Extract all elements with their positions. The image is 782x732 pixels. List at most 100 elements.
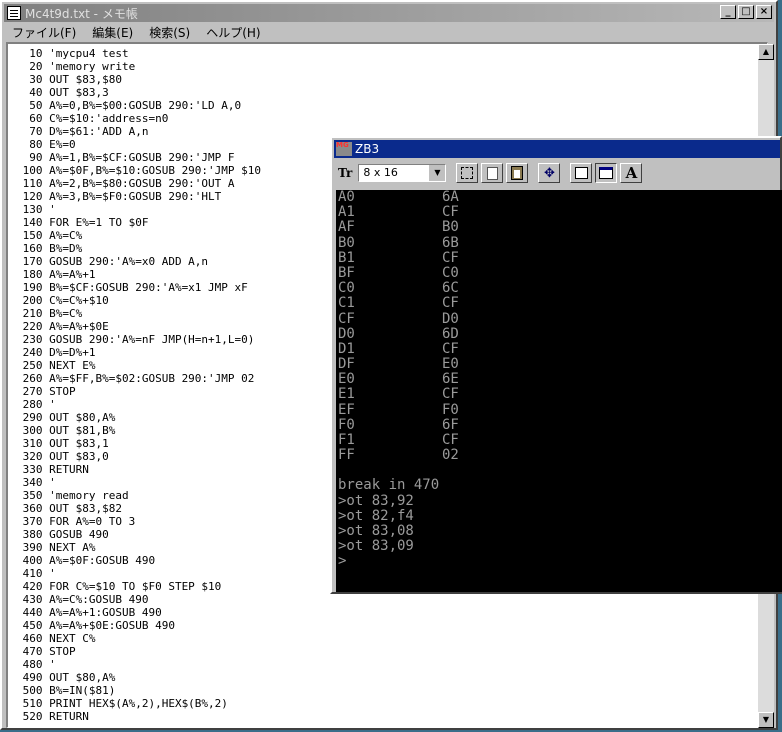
- menu-search[interactable]: 検索(S): [141, 24, 198, 41]
- dump-address: A0: [338, 190, 355, 205]
- dump-row: E0 6E: [336, 372, 782, 387]
- dump-row: B0 6B: [336, 234, 782, 251]
- dump-value: CF: [442, 340, 459, 357]
- dump-row: A1 CF: [336, 204, 782, 221]
- dump-address: BF: [338, 264, 355, 281]
- paste-icon: [511, 166, 524, 180]
- dump-value: C0: [442, 264, 459, 281]
- fullscreen-button[interactable]: ✥: [538, 163, 561, 183]
- dump-value: 6F: [442, 416, 459, 433]
- console-line: >ot 83,08: [338, 522, 414, 539]
- dump-value: 6C: [442, 280, 459, 297]
- dump-address: A1: [338, 204, 355, 221]
- dump-address: DF: [338, 356, 355, 373]
- truetype-icon: Tr: [338, 166, 353, 180]
- code-line: 520 RETURN: [16, 710, 89, 723]
- console-line: >ot 83,92: [338, 492, 414, 509]
- console-gap: [336, 463, 782, 478]
- properties-icon: [574, 167, 588, 179]
- code-line: 450 A%=A%+$0E:GOSUB 490: [16, 619, 175, 632]
- code-line: 510 PRINT HEX$(A%,2),HEX$(B%,2): [16, 697, 228, 710]
- copy-button[interactable]: [481, 163, 504, 183]
- dump-row: F0 6F: [336, 416, 782, 433]
- font-selector: Tr 8 x 16 ▼: [338, 163, 447, 183]
- maximize-button[interactable]: □: [738, 5, 754, 19]
- code-line: 500 B%=IN($81): [16, 684, 116, 697]
- console-line: break in 470: [338, 477, 440, 494]
- window-controls: _ □ ×: [718, 5, 772, 19]
- menu-file[interactable]: ファイル(F): [4, 24, 84, 41]
- font-icon: A: [625, 164, 638, 182]
- dump-address: CF: [338, 310, 355, 327]
- code-line: 30 OUT $83,$80: [16, 73, 122, 86]
- dump-address: D0: [338, 325, 355, 342]
- code-line: 10 'mycpu4 test: [16, 47, 129, 60]
- code-line: 50 A%=0,B%=$00:GOSUB 290:'LD A,0: [16, 99, 242, 112]
- window-icon: [599, 167, 614, 179]
- chevron-down-icon[interactable]: ▼: [428, 165, 446, 181]
- minimize-button[interactable]: _: [720, 5, 736, 19]
- dump-address: B0: [338, 234, 355, 251]
- scroll-up-button[interactable]: ▲: [758, 44, 774, 60]
- notepad-icon[interactable]: [7, 6, 21, 20]
- code-line: 60 C%=$10:'address=n0: [16, 112, 169, 125]
- dump-address: C1: [338, 295, 355, 312]
- zb3-app-icon[interactable]: MG: [336, 142, 352, 156]
- code-line: 480 ': [16, 658, 56, 671]
- code-line: 440 A%=A%+1:GOSUB 490: [16, 606, 162, 619]
- dump-value: CF: [442, 432, 459, 448]
- dump-value: CF: [442, 295, 459, 312]
- dump-row: C1 CF: [336, 296, 782, 311]
- console-line: >: [338, 553, 347, 570]
- dump-row: BF C0: [336, 264, 782, 281]
- mark-button[interactable]: [456, 163, 479, 183]
- dump-row: C0 6C: [336, 280, 782, 297]
- zb3-toolbar: Tr 8 x 16 ▼ ✥ A: [334, 160, 780, 186]
- dump-value: CF: [442, 386, 459, 403]
- dump-row: D0 6D: [336, 325, 782, 342]
- dump-address: F0: [338, 416, 355, 433]
- menu-edit[interactable]: 編集(E): [84, 24, 141, 41]
- font-size-value: 8 x 16: [363, 166, 398, 179]
- dump-row: E1 CF: [336, 387, 782, 402]
- font-size-dropdown[interactable]: 8 x 16 ▼: [358, 164, 447, 182]
- menu-help[interactable]: ヘルプ(H): [198, 24, 268, 41]
- paste-button[interactable]: [506, 163, 529, 183]
- close-button[interactable]: ×: [756, 5, 772, 19]
- dump-value: E0: [442, 356, 459, 373]
- dump-address: FF: [338, 447, 355, 464]
- dump-row: EF F0: [336, 401, 782, 418]
- dump-address: EF: [338, 401, 355, 418]
- dump-value: 6B: [442, 234, 459, 251]
- dump-address: E1: [338, 386, 355, 403]
- properties-button[interactable]: [570, 163, 593, 183]
- dump-value: 02: [442, 447, 459, 464]
- code-line: 490 OUT $80,A%: [16, 671, 116, 684]
- dump-address: B1: [338, 249, 355, 266]
- dump-value: CF: [442, 249, 459, 266]
- dump-row: F1 CF: [336, 432, 782, 448]
- console-line: >ot 82,f4: [338, 507, 414, 524]
- dump-address: D1: [338, 340, 355, 357]
- code-line: 40 OUT $83,3: [16, 86, 109, 99]
- code-line: 430 A%=C%:GOSUB 490: [16, 593, 149, 606]
- code-line: 470 STOP: [16, 645, 76, 658]
- dump-value: B0: [442, 219, 459, 236]
- dump-row: FF 02: [336, 447, 782, 464]
- font-button[interactable]: A: [620, 163, 643, 183]
- zb3-console[interactable]: A0 6A A1 CF AF B0 B0 6B B1 CF BF C0 C0 6C C1 CF CF D0 D0 6D…: [336, 190, 782, 592]
- background-button[interactable]: [595, 163, 618, 183]
- zb3-window: MG ZB3 Tr 8 x 16 ▼ ✥ A A0 6A A1 CF AF B0 B0 6B B…: [330, 136, 782, 594]
- zb3-title: ZB3: [355, 142, 380, 156]
- notepad-titlebar[interactable]: Mc4t9d.txt - メモ帳 _ □ ×: [4, 4, 774, 22]
- dump-address: C0: [338, 280, 355, 297]
- dump-row: B1 CF: [336, 249, 782, 266]
- dump-row: DF E0: [336, 356, 782, 373]
- dump-value: 6D: [442, 325, 459, 342]
- dump-row: D1 CF: [336, 340, 782, 357]
- dump-row: AF B0: [336, 220, 782, 235]
- dump-value: 6E: [442, 371, 459, 388]
- dump-address: E0: [338, 371, 355, 388]
- scroll-down-button[interactable]: ▼: [758, 712, 774, 728]
- zb3-titlebar[interactable]: MG ZB3: [334, 140, 780, 158]
